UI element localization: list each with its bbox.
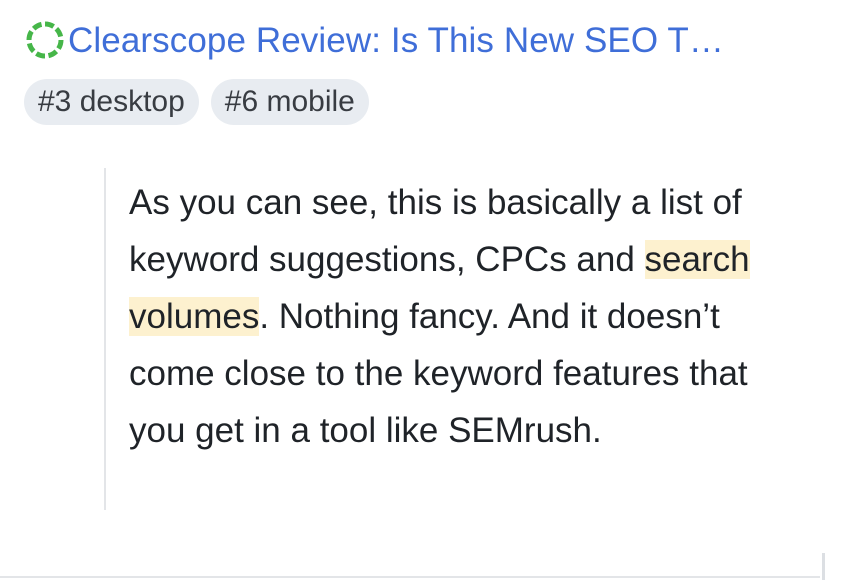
excerpt-quote: As you can see, this is basically a list… bbox=[104, 168, 784, 510]
rank-badges: #3 desktop #6 mobile bbox=[24, 79, 369, 125]
result-header: Clearscope Review: Is This New SEO T… bbox=[24, 16, 724, 64]
bottom-divider bbox=[0, 576, 820, 578]
excerpt-text: As you can see, this is basically a list… bbox=[129, 174, 784, 459]
result-title-link[interactable]: Clearscope Review: Is This New SEO T… bbox=[68, 23, 724, 58]
page: Clearscope Review: Is This New SEO T… #3… bbox=[0, 0, 848, 580]
rank-badge-mobile: #6 mobile bbox=[210, 79, 369, 125]
rank-badge-desktop: #3 desktop bbox=[24, 79, 199, 125]
resize-handle[interactable] bbox=[822, 553, 825, 580]
status-ring-icon bbox=[24, 18, 68, 62]
